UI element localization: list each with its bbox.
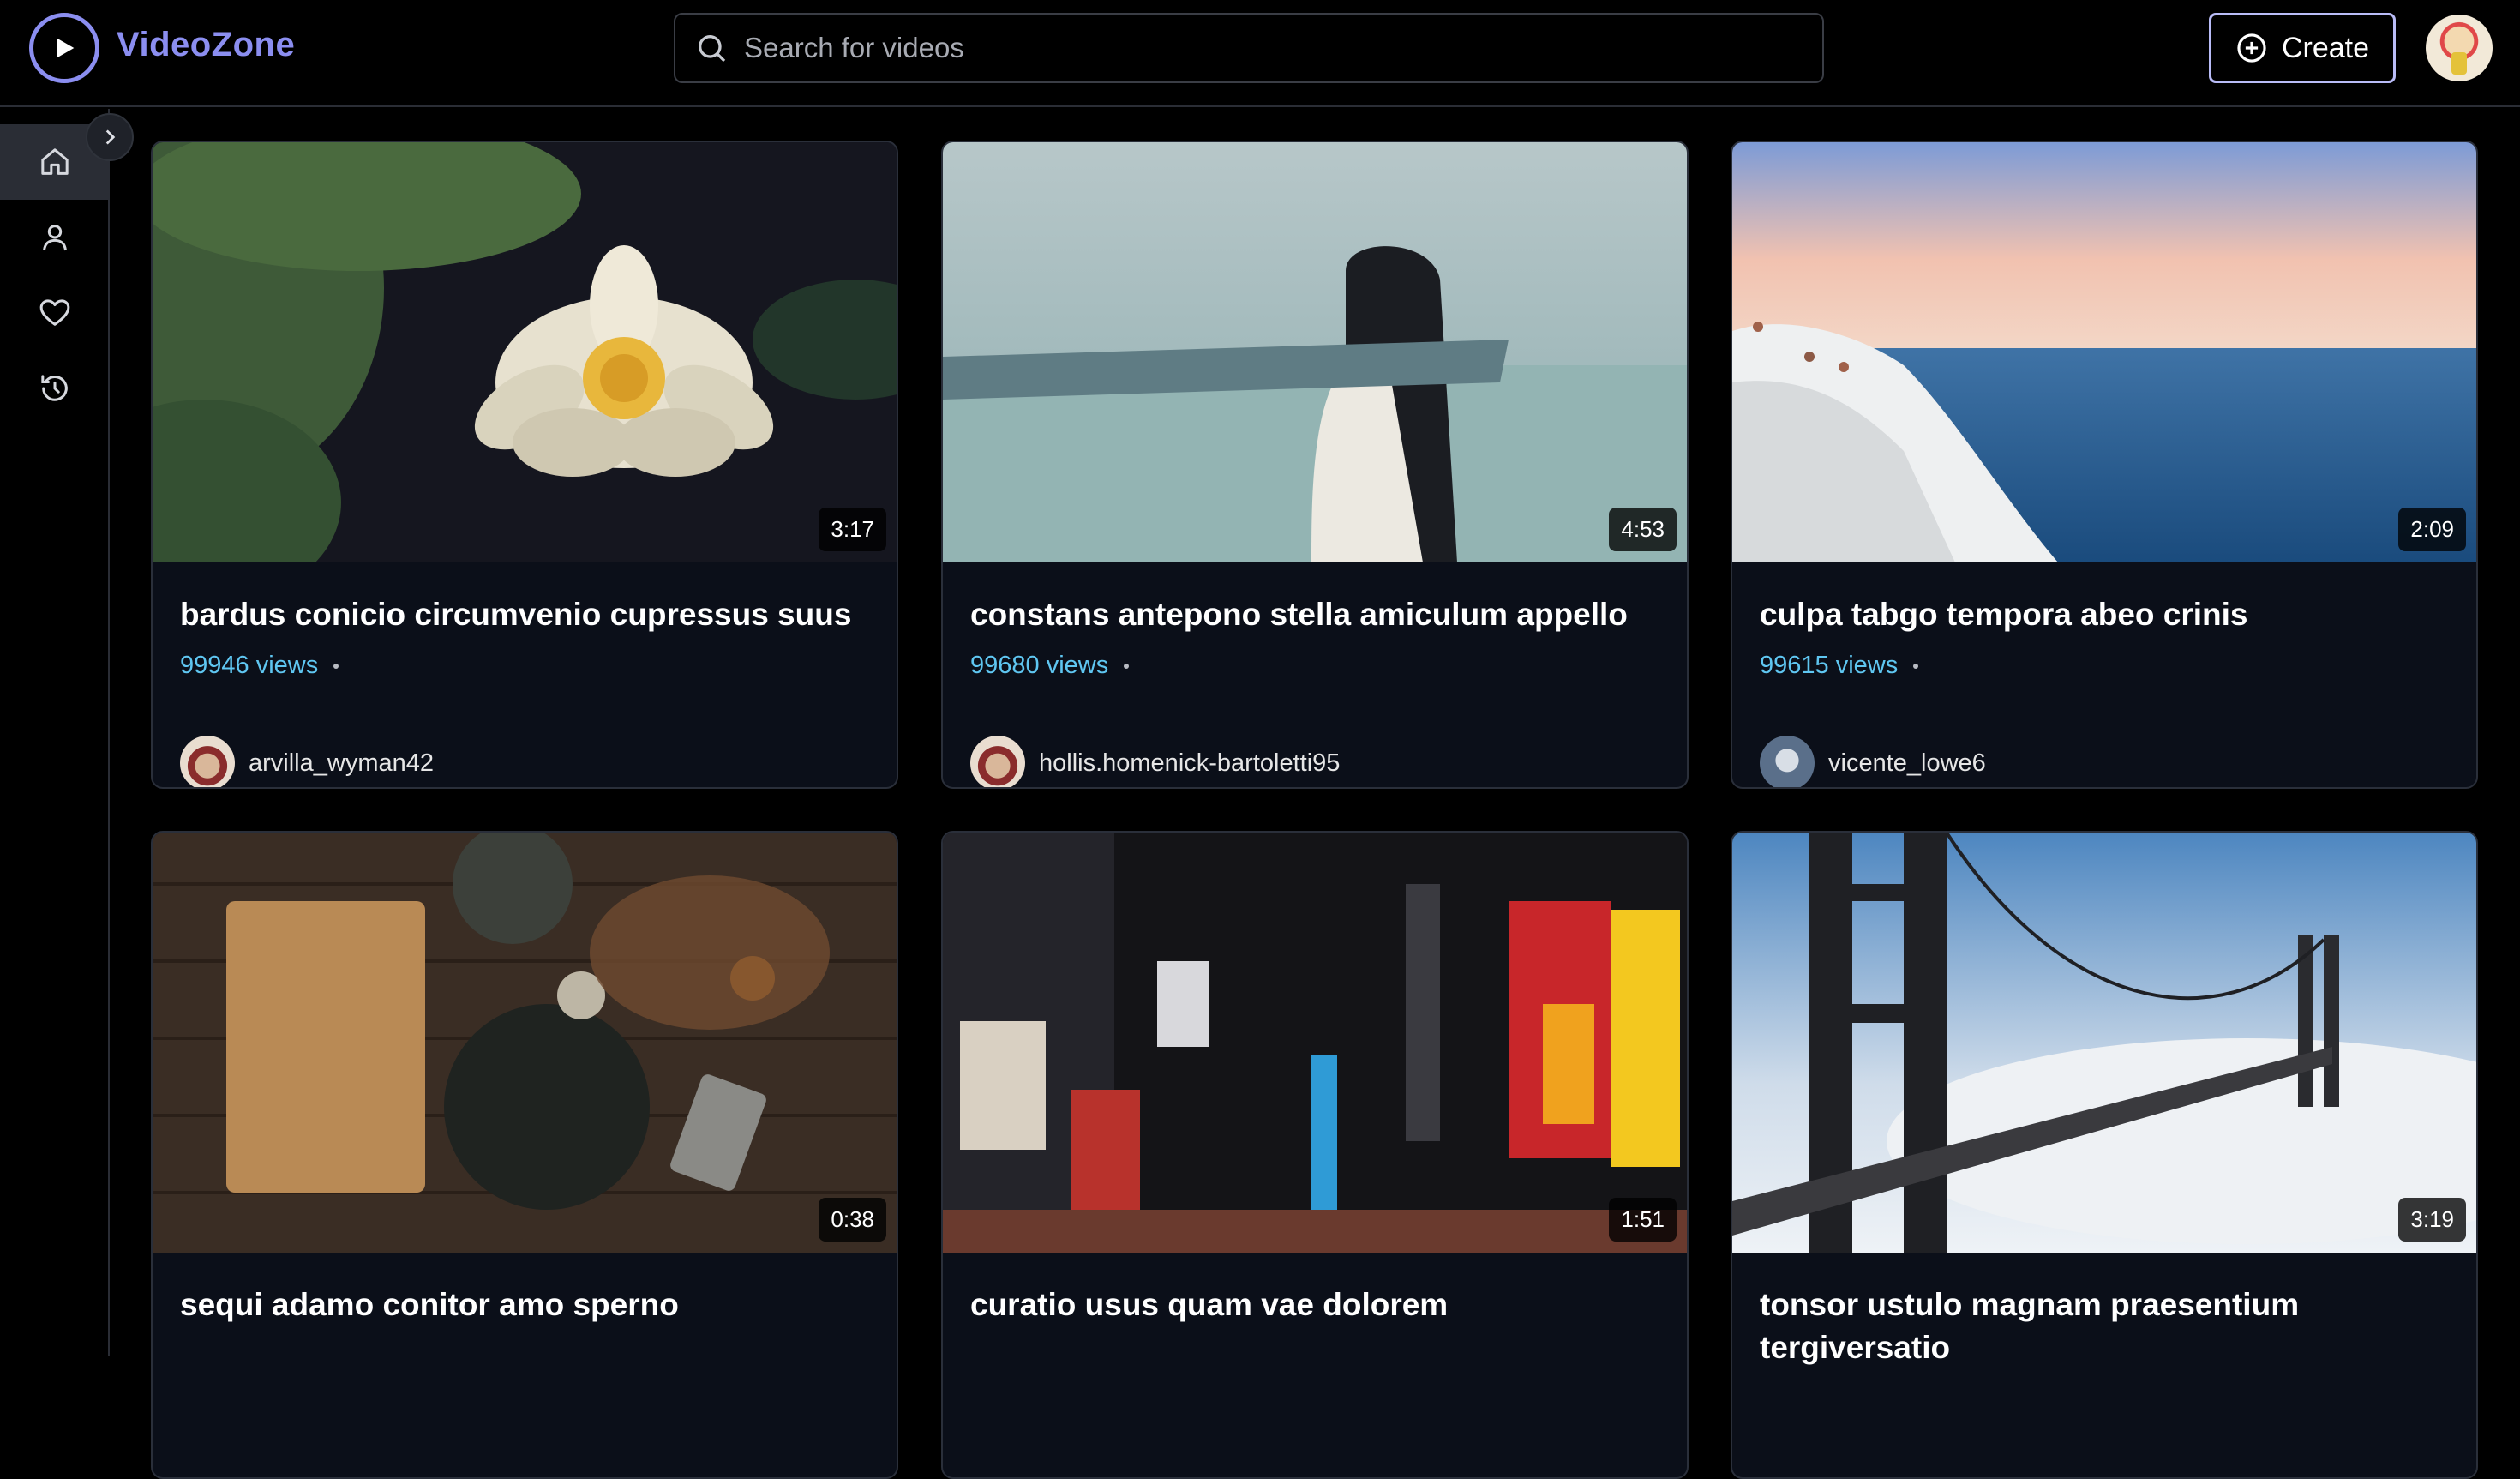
video-views: 99946 views <box>180 652 319 679</box>
heart-icon <box>39 299 70 326</box>
video-views: 99680 views <box>970 652 1109 679</box>
video-thumbnail[interactable]: 0:38 <box>153 833 897 1253</box>
channel-avatar[interactable] <box>1760 736 1815 787</box>
create-button-label: Create <box>2281 31 2370 64</box>
channel-avatar[interactable] <box>970 736 1025 787</box>
video-title[interactable]: constans antepono stella amiculum appell… <box>970 593 1665 636</box>
video-duration: 0:38 <box>819 1198 886 1242</box>
app-name[interactable]: VideoZone <box>117 26 295 64</box>
video-duration: 1:51 <box>1609 1198 1677 1242</box>
video-thumbnail[interactable]: 3:19 <box>1732 833 2476 1253</box>
separator-dot <box>333 663 339 669</box>
video-card[interactable]: 3:17 bardus conicio circumvenio cupressu… <box>151 141 898 789</box>
video-title[interactable]: bardus conicio circumvenio cupressus suu… <box>180 593 874 636</box>
home-icon <box>41 148 69 175</box>
separator-dot <box>1913 663 1919 669</box>
channel-info[interactable]: vicente_lowe6 <box>1760 736 1986 787</box>
video-meta: 99615 views <box>1760 652 1919 680</box>
video-duration: 4:53 <box>1609 508 1677 551</box>
sidebar <box>0 109 110 1356</box>
video-meta: 99680 views <box>970 652 1130 680</box>
video-duration: 3:19 <box>2398 1198 2466 1242</box>
video-card[interactable]: 2:09 culpa tabgo tempora abeo crinis 996… <box>1731 141 2478 789</box>
plus-circle-icon <box>2237 33 2266 63</box>
video-views: 99615 views <box>1760 652 1899 679</box>
video-duration: 2:09 <box>2398 508 2466 551</box>
user-avatar[interactable] <box>2426 15 2493 81</box>
video-thumbnail[interactable]: 2:09 <box>1732 142 2476 562</box>
channel-name[interactable]: hollis.homenick-bartoletti95 <box>1039 749 1340 778</box>
user-icon <box>43 225 67 251</box>
video-title[interactable]: curatio usus quam vae dolorem <box>970 1284 1665 1326</box>
sidebar-item-liked[interactable] <box>0 275 110 351</box>
channel-info[interactable]: arvilla_wyman42 <box>180 736 434 787</box>
separator-dot <box>1124 663 1130 669</box>
video-card[interactable]: 4:53 constans antepono stella amiculum a… <box>941 141 1689 789</box>
video-duration: 3:17 <box>819 508 886 551</box>
video-card[interactable]: 3:19 tonsor ustulo magnam praesentium te… <box>1731 831 2478 1479</box>
video-thumbnail[interactable]: 3:17 <box>153 142 897 562</box>
create-button[interactable]: Create <box>2209 13 2396 83</box>
history-icon <box>41 375 68 401</box>
sidebar-toggle-button[interactable] <box>86 113 134 161</box>
channel-name[interactable]: vicente_lowe6 <box>1828 749 1986 778</box>
sidebar-item-profile[interactable] <box>0 200 110 275</box>
search-bar[interactable] <box>674 13 1824 83</box>
channel-avatar[interactable] <box>180 736 235 787</box>
video-thumbnail[interactable]: 4:53 <box>943 142 1687 562</box>
video-title[interactable]: sequi adamo conitor amo sperno <box>180 1284 874 1326</box>
search-icon <box>699 35 726 63</box>
video-meta: 99946 views <box>180 652 339 680</box>
logo-play-icon[interactable] <box>29 13 99 83</box>
video-thumbnail[interactable]: 1:51 <box>943 833 1687 1253</box>
channel-name[interactable]: arvilla_wyman42 <box>249 749 434 778</box>
search-input[interactable] <box>744 32 1773 64</box>
chevron-right-icon <box>105 129 116 145</box>
video-card[interactable]: 1:51 curatio usus quam vae dolorem <box>941 831 1689 1479</box>
top-bar: VideoZone Create <box>0 0 2520 107</box>
sidebar-item-history[interactable] <box>0 351 110 426</box>
channel-info[interactable]: hollis.homenick-bartoletti95 <box>970 736 1340 787</box>
video-title[interactable]: culpa tabgo tempora abeo crinis <box>1760 593 2454 636</box>
video-title[interactable]: tonsor ustulo magnam praesentium tergive… <box>1760 1284 2454 1369</box>
video-card[interactable]: 0:38 sequi adamo conitor amo sperno <box>151 831 898 1479</box>
